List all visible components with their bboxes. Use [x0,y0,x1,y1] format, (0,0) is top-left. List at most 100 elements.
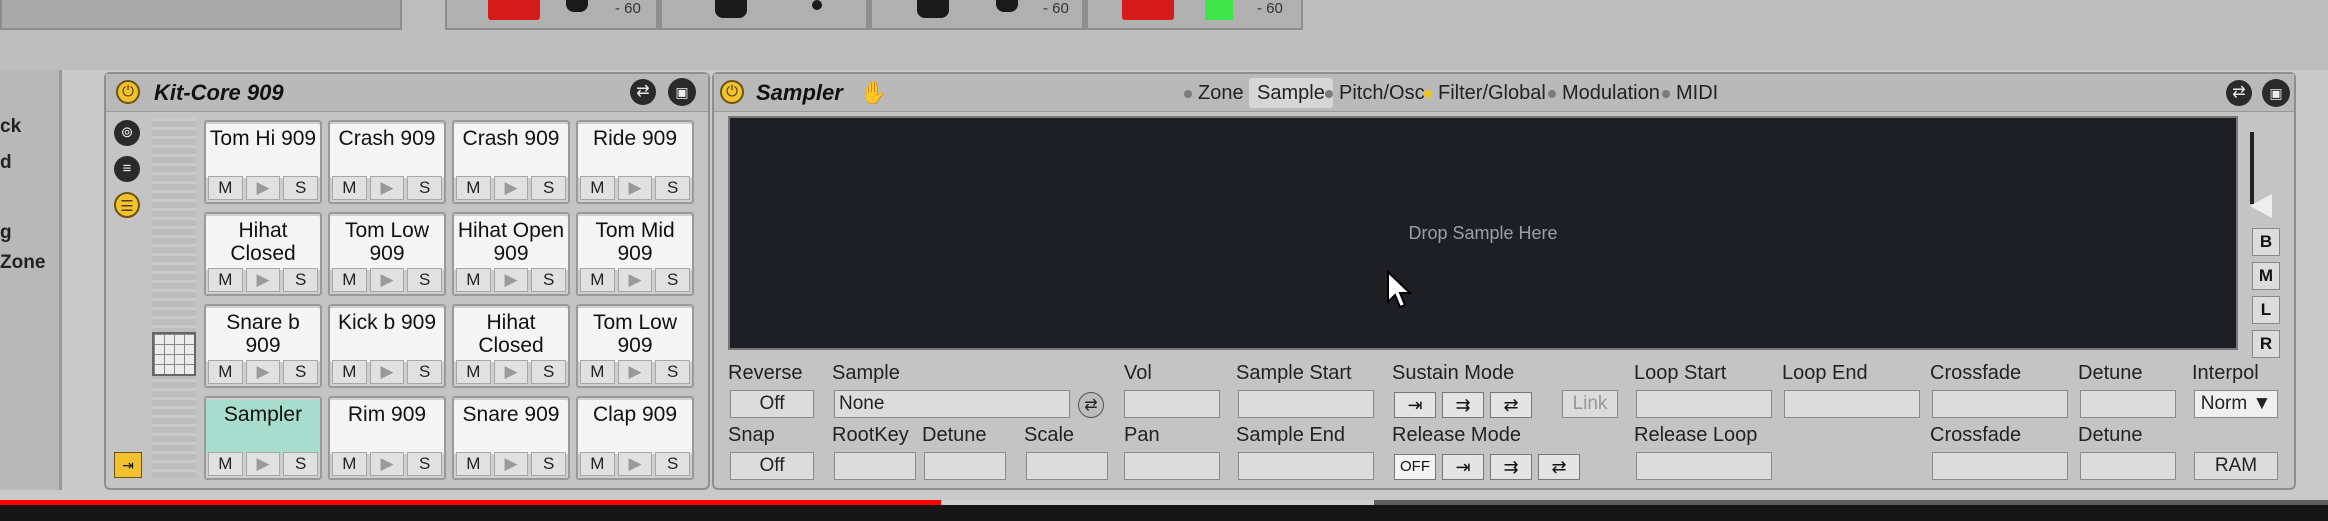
pad-mute-button[interactable]: M [332,360,367,384]
pad-mute-button[interactable]: M [208,176,243,200]
sample-end-field[interactable] [1238,452,1374,480]
chain-list-icon[interactable]: ≡ [114,156,140,182]
sample-chooser[interactable]: None [834,390,1070,418]
monitor-icon[interactable] [715,0,747,18]
drum-pad[interactable]: Tom Low 909 M ▶ S [328,212,446,296]
link-button[interactable]: Link [1562,390,1618,418]
drum-pad-name[interactable]: Hihat Open 909 [454,216,568,270]
drum-pad[interactable]: Clap 909 M ▶ S [576,396,694,480]
pad-mute-button[interactable]: M [332,268,367,292]
pad-mute-button[interactable]: M [580,176,615,200]
vol-field[interactable] [1124,390,1220,418]
drum-pad-name[interactable]: Tom Low 909 [578,308,692,362]
io-toggle-icon[interactable]: ⇥ [114,452,142,478]
release-loop-field[interactable] [1636,452,1772,480]
drum-pad[interactable]: Hihat Closed M ▶ S [204,212,322,296]
side-button-l[interactable]: L [2252,296,2280,324]
drum-pad-name[interactable]: Snare 909 [454,400,568,454]
pad-solo-button[interactable]: S [655,176,691,200]
monitor-icon[interactable] [917,0,949,18]
sustain-mode-loop-icon[interactable]: ⇉ [1442,392,1484,418]
pad-mute-button[interactable]: M [208,360,243,384]
sample-hot-swap-icon[interactable]: ⇄ [1078,392,1104,418]
pad-solo-button[interactable]: S [283,452,319,476]
release-mode-oneshot-icon[interactable]: ⇥ [1442,454,1484,480]
pad-play-icon[interactable]: ▶ [493,452,529,476]
pad-play-icon[interactable]: ▶ [617,360,653,384]
pad-solo-button[interactable]: S [655,452,691,476]
sample-display[interactable]: Drop Sample Here [728,116,2238,350]
pad-play-icon[interactable]: ▶ [617,268,653,292]
drum-pad-name[interactable]: Clap 909 [578,400,692,454]
record-button[interactable] [1122,0,1174,20]
detune-field[interactable] [2080,390,2176,418]
rootkey-field[interactable] [834,452,916,480]
drum-pad[interactable]: Crash 909 M ▶ S [328,120,446,204]
ram-button[interactable]: RAM [2194,452,2278,480]
release-detune-field[interactable] [2080,452,2176,480]
drum-pad-name[interactable]: Tom Hi 909 [206,124,320,178]
drum-pad[interactable]: Tom Hi 909 M ▶ S [204,120,322,204]
release-crossfade-field[interactable] [1932,452,2068,480]
loop-start-field[interactable] [1636,390,1772,418]
pad-mute-button[interactable]: M [208,452,243,476]
drum-pad-name[interactable]: Snare b 909 [206,308,320,362]
pad-play-icon[interactable]: ▶ [369,360,405,384]
sustain-mode-pingpong-icon[interactable]: ⇄ [1490,392,1532,418]
pad-solo-button[interactable]: S [531,268,567,292]
pad-mute-button[interactable]: M [332,452,367,476]
pad-mute-button[interactable]: M [456,452,491,476]
pad-mute-button[interactable]: M [580,360,615,384]
pad-view-icon[interactable]: ☰ [114,192,140,218]
interpol-dropdown[interactable]: Norm ▼ [2194,390,2278,418]
pad-play-icon[interactable]: ▶ [369,268,405,292]
arm-button[interactable] [488,0,540,20]
pad-play-icon[interactable]: ▶ [245,268,281,292]
side-button-b[interactable]: B [2252,228,2280,256]
pad-play-icon[interactable]: ▶ [493,268,529,292]
pad-solo-button[interactable]: S [283,360,319,384]
save-preset-icon[interactable]: ▣ [2262,79,2290,107]
release-mode-off-button[interactable]: OFF [1394,454,1436,480]
sample-detune-field[interactable] [924,452,1006,480]
drum-pad-name[interactable]: Sampler [206,400,320,454]
drum-pad-name[interactable]: Hihat Closed [206,216,320,270]
save-preset-icon[interactable]: ▣ [668,78,696,106]
pad-solo-button[interactable]: S [531,360,567,384]
snap-toggle[interactable]: Off [730,452,814,480]
tab-4[interactable]: Filter/Global [1416,78,1554,108]
drum-pad[interactable]: Hihat Open 909 M ▶ S [452,212,570,296]
pad-play-icon[interactable]: ▶ [493,176,529,200]
drum-pad[interactable]: Rim 909 M ▶ S [328,396,446,480]
crossfade-field[interactable] [1932,390,2068,418]
pad-play-icon[interactable]: ▶ [369,452,405,476]
pad-mute-button[interactable]: M [332,176,367,200]
drum-pad-name[interactable]: Ride 909 [578,124,692,178]
pad-solo-button[interactable]: S [407,176,443,200]
pad-solo-button[interactable]: S [655,268,691,292]
drum-pad[interactable]: Kick b 909 M ▶ S [328,304,446,388]
pad-solo-button[interactable]: S [407,452,443,476]
loop-end-field[interactable] [1784,390,1920,418]
sample-start-field[interactable] [1238,390,1374,418]
pad-solo-button[interactable]: S [531,452,567,476]
pad-solo-button[interactable]: S [283,268,319,292]
sustain-mode-oneshot-icon[interactable]: ⇥ [1394,392,1436,418]
pad-play-icon[interactable]: ▶ [617,452,653,476]
pad-play-icon[interactable]: ▶ [245,360,281,384]
pad-solo-button[interactable]: S [407,360,443,384]
drum-pad-name[interactable]: Hihat Closed [454,308,568,362]
pad-mute-button[interactable]: M [456,360,491,384]
browser-item[interactable]: ck [0,116,21,138]
drum-pad-name[interactable]: Rim 909 [330,400,444,454]
side-button-r[interactable]: R [2252,330,2280,358]
pad-play-icon[interactable]: ▶ [369,176,405,200]
pad-mute-button[interactable]: M [456,176,491,200]
pad-solo-button[interactable]: S [655,360,691,384]
release-mode-pingpong-icon[interactable]: ⇄ [1538,454,1580,480]
drum-pad[interactable]: Tom Low 909 M ▶ S [576,304,694,388]
drum-pad[interactable]: Hihat Closed M ▶ S [452,304,570,388]
macro-icon[interactable]: ⊚ [114,120,140,146]
power-icon[interactable]: ⏻ [720,80,744,104]
drum-pad[interactable]: Crash 909 M ▶ S [452,120,570,204]
